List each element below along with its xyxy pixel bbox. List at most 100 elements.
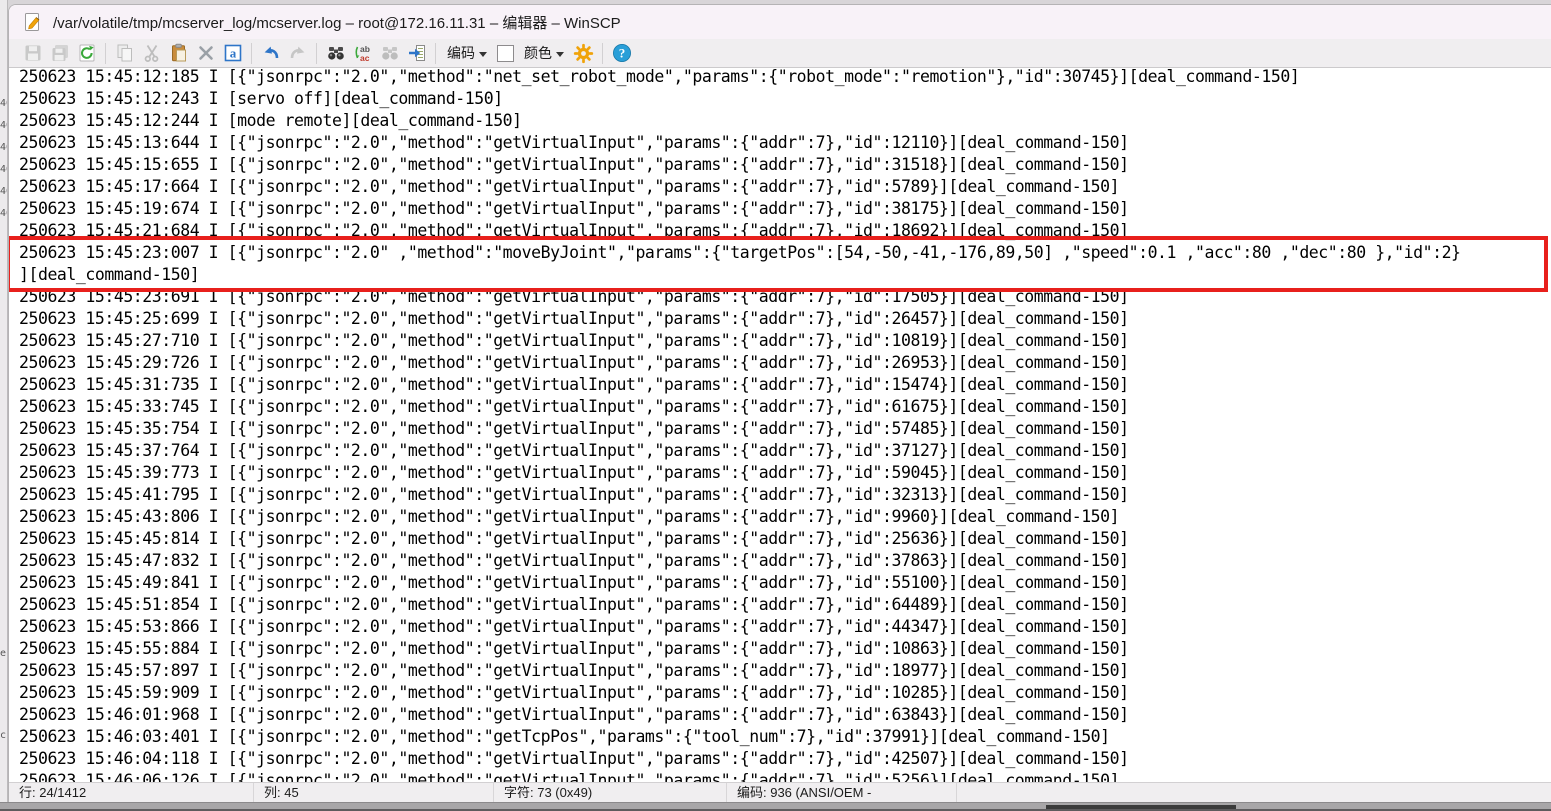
log-line: 250623 15:45:49:841 I [{"jsonrpc":"2.0",… [19, 572, 1551, 594]
delete-x-icon [196, 43, 216, 63]
log-line: 250623 15:45:39:773 I [{"jsonrpc":"2.0",… [19, 462, 1551, 484]
log-line: 250623 15:45:29:726 I [{"jsonrpc":"2.0",… [19, 352, 1551, 374]
log-line: 250623 15:45:53:866 I [{"jsonrpc":"2.0",… [19, 616, 1551, 638]
status-encoding-indicator: 编码: 936 (ANSI/OEM - [727, 783, 957, 802]
background-text-fragment: 46 [0, 186, 8, 197]
log-line: 250623 15:45:33:745 I [{"jsonrpc":"2.0",… [19, 396, 1551, 418]
log-line: 250623 15:45:45:814 I [{"jsonrpc":"2.0",… [19, 528, 1551, 550]
color-swatch[interactable] [497, 45, 514, 62]
reload-button[interactable] [73, 41, 100, 66]
go-to-line-button[interactable] [403, 41, 430, 66]
title-bar[interactable]: /var/volatile/tmp/mcserver_log/mcserver.… [9, 5, 1551, 39]
undo-button[interactable] [257, 41, 284, 66]
background-text-fragment: 46 [0, 120, 8, 131]
paste-button[interactable] [165, 41, 192, 66]
log-line: 250623 15:46:01:968 I [{"jsonrpc":"2.0",… [19, 704, 1551, 726]
log-line: 250623 15:45:41:795 I [{"jsonrpc":"2.0",… [19, 484, 1551, 506]
window-title: /var/volatile/tmp/mcserver_log/mcserver.… [53, 12, 621, 33]
chevron-down-icon [556, 52, 564, 57]
toolbar-separator [316, 43, 317, 64]
toolbar-separator [602, 43, 603, 64]
log-line: 250623 15:45:35:754 I [{"jsonrpc":"2.0",… [19, 418, 1551, 440]
log-line: 250623 15:45:21:684 I [{"jsonrpc":"2.0",… [19, 220, 1551, 242]
background-window-sliver: 464646464646eccs [0, 0, 8, 810]
cut-button[interactable] [138, 41, 165, 66]
encoding-dropdown[interactable]: 编码 [441, 41, 493, 66]
copy-button[interactable] [111, 41, 138, 66]
background-text-fragment: 46 [0, 208, 8, 219]
toolbar-separator [251, 43, 252, 64]
log-line: 250623 15:45:19:674 I [{"jsonrpc":"2.0",… [19, 198, 1551, 220]
encoding-dropdown-label: 编码 [441, 43, 478, 63]
save-all-button[interactable] [46, 41, 73, 66]
log-line: 250623 15:46:03:401 I [{"jsonrpc":"2.0",… [19, 726, 1551, 748]
save-button[interactable] [19, 41, 46, 66]
go-to-line-icon [407, 43, 427, 63]
cut-icon [142, 43, 162, 63]
status-column-indicator: 列: 45 [254, 783, 494, 802]
log-line: 250623 15:45:12:243 I [servo off][deal_c… [19, 88, 1551, 110]
svg-text:?: ? [618, 46, 625, 61]
log-line: 250623 15:45:23:691 I [{"jsonrpc":"2.0",… [19, 286, 1551, 308]
log-line: 250623 15:45:15:655 I [{"jsonrpc":"2.0",… [19, 154, 1551, 176]
reload-icon [77, 43, 97, 63]
log-line: 250623 15:45:13:644 I [{"jsonrpc":"2.0",… [19, 132, 1551, 154]
log-line: 250623 15:45:57:897 I [{"jsonrpc":"2.0",… [19, 660, 1551, 682]
status-bar: 行: 24/1412 列: 45 字符: 73 (0x49) 编码: 936 (… [9, 782, 1551, 802]
log-line: 250623 15:45:55:884 I [{"jsonrpc":"2.0",… [19, 638, 1551, 660]
log-line-highlighted: ][deal_command-150] [19, 264, 1551, 286]
undo-icon [261, 43, 281, 63]
color-dropdown-label: 颜色 [518, 43, 555, 63]
background-bottom-strip [0, 802, 1551, 810]
background-text-fragment: ec [0, 648, 8, 659]
replace-button[interactable]: ab ac [349, 41, 376, 66]
replace-icon: ab ac [353, 43, 373, 63]
delete-button[interactable] [192, 41, 219, 66]
toolbar-separator [435, 43, 436, 64]
log-line: 250623 15:45:47:832 I [{"jsonrpc":"2.0",… [19, 550, 1551, 572]
svg-text:a: a [229, 46, 236, 61]
chevron-down-icon [479, 52, 487, 57]
log-line: 250623 15:45:25:699 I [{"jsonrpc":"2.0",… [19, 308, 1551, 330]
log-content: 250623 15:45:12:185 I [{"jsonrpc":"2.0",… [9, 68, 1551, 782]
log-line: 250623 15:45:27:710 I [{"jsonrpc":"2.0",… [19, 330, 1551, 352]
background-text-fragment: 46 [0, 98, 8, 109]
copy-icon [115, 43, 135, 63]
toolbar-separator [105, 43, 106, 64]
log-line: 250623 15:45:37:764 I [{"jsonrpc":"2.0",… [19, 440, 1551, 462]
help-icon: ? [612, 43, 632, 63]
find-binoculars-icon [326, 43, 346, 63]
log-line-highlighted: 250623 15:45:23:007 I [{"jsonrpc":"2.0" … [19, 242, 1551, 264]
select-all-button[interactable]: a [219, 41, 246, 66]
edit-document-icon [23, 12, 43, 32]
status-char-indicator: 字符: 73 (0x49) [494, 783, 727, 802]
background-text-fragment: 46 [0, 142, 8, 153]
redo-icon [288, 43, 308, 63]
background-text-fragment: cs [0, 730, 8, 741]
editor-text-area[interactable]: 250623 15:45:12:185 I [{"jsonrpc":"2.0",… [9, 68, 1551, 782]
save-icon [23, 43, 43, 63]
log-line: 250623 15:46:06:126 I [{"jsonrpc":"2.0",… [19, 770, 1551, 782]
preferences-gear-icon [573, 43, 594, 64]
paste-icon [169, 43, 189, 63]
log-line: 250623 15:45:31:735 I [{"jsonrpc":"2.0",… [19, 374, 1551, 396]
find-next-button[interactable] [376, 41, 403, 66]
find-next-binoculars-icon [380, 43, 400, 63]
log-line: 250623 15:45:17:664 I [{"jsonrpc":"2.0",… [19, 176, 1551, 198]
log-line: 250623 15:45:43:806 I [{"jsonrpc":"2.0",… [19, 506, 1551, 528]
preferences-button[interactable] [570, 41, 597, 66]
log-line: 250623 15:46:04:118 I [{"jsonrpc":"2.0",… [19, 748, 1551, 770]
redo-button[interactable] [284, 41, 311, 66]
status-line-indicator: 行: 24/1412 [9, 783, 254, 802]
winscp-editor-window: /var/volatile/tmp/mcserver_log/mcserver.… [8, 4, 1551, 802]
svg-text:ac: ac [360, 53, 370, 63]
find-button[interactable] [322, 41, 349, 66]
help-button[interactable]: ? [608, 41, 635, 66]
status-bar-filler [957, 783, 1551, 802]
log-line: 250623 15:45:59:909 I [{"jsonrpc":"2.0",… [19, 682, 1551, 704]
select-all-icon: a [223, 43, 243, 63]
color-dropdown[interactable]: 颜色 [518, 41, 570, 66]
log-line: 250623 15:45:51:854 I [{"jsonrpc":"2.0",… [19, 594, 1551, 616]
log-line: 250623 15:45:12:244 I [mode remote][deal… [19, 110, 1551, 132]
save-all-icon [50, 43, 70, 63]
